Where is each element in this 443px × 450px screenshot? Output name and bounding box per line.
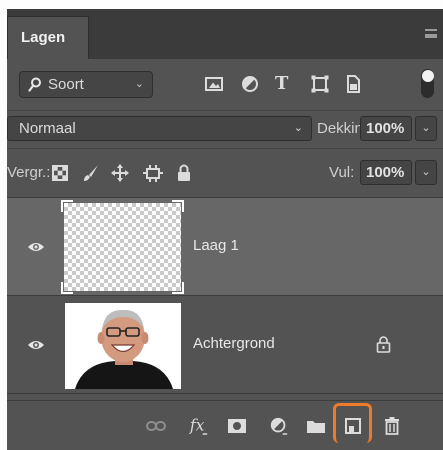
selection-corner	[61, 200, 73, 212]
folder-icon[interactable]	[306, 416, 326, 436]
layer-row-laag-1[interactable]: Laag 1	[7, 198, 443, 296]
lock-all-icon[interactable]	[177, 164, 191, 182]
trash-icon[interactable]	[383, 416, 401, 436]
panel-menu-icon[interactable]	[425, 29, 437, 38]
layers-panel: Lagen Soort ⌄ T Normaal ⌄ Dekking: 100% …	[7, 9, 443, 450]
chevron-down-icon: ⌄	[293, 122, 303, 134]
layer-thumbnail[interactable]	[61, 200, 184, 294]
type-filter-icon[interactable]: T	[275, 73, 288, 95]
selection-corner	[172, 200, 184, 212]
filter-kind-label: Soort	[48, 76, 84, 93]
lock-icon[interactable]	[376, 336, 391, 353]
pixel-filter-icon[interactable]	[205, 73, 223, 95]
new-layer-highlight	[333, 403, 372, 443]
adjustment-layer-icon[interactable]	[269, 416, 289, 436]
lock-image-pixels-icon[interactable]	[82, 164, 100, 182]
lock-label: Vergr.:	[7, 164, 51, 181]
selection-corner	[172, 282, 184, 294]
opacity-slider-button[interactable]: ⌄	[415, 116, 437, 141]
eye-icon[interactable]	[27, 241, 45, 253]
layer-thumbnail-photo[interactable]	[65, 303, 181, 389]
lock-artboard-icon[interactable]	[143, 164, 163, 182]
shape-filter-icon[interactable]	[310, 73, 330, 95]
filter-kind-select[interactable]: Soort ⌄	[19, 71, 153, 98]
blend-row: Normaal ⌄ Dekking: 100% ⌄	[7, 110, 443, 148]
selection-corner	[61, 282, 73, 294]
lock-transparent-pixels-icon[interactable]	[52, 164, 68, 182]
panel-tab-bar: Lagen	[7, 9, 443, 59]
smart-object-filter-icon[interactable]	[345, 73, 361, 95]
layer-name[interactable]: Achtergrond	[193, 334, 275, 354]
mask-icon[interactable]	[227, 416, 247, 436]
fx-icon[interactable]: fx	[188, 416, 210, 436]
blend-mode-value: Normaal	[19, 120, 76, 137]
adjustment-filter-icon[interactable]	[241, 73, 259, 95]
tab-layers[interactable]: Lagen	[7, 16, 89, 59]
filter-toggle-knob	[421, 70, 434, 82]
lock-row: Vergr.: Vul: 100% ⌄	[7, 148, 443, 196]
lock-position-icon[interactable]	[111, 164, 129, 182]
chevron-down-icon: ⌄	[134, 78, 144, 90]
filter-toggle[interactable]	[421, 69, 434, 98]
blend-mode-select[interactable]: Normaal ⌄	[7, 116, 312, 141]
link-icon[interactable]	[146, 416, 166, 436]
layer-row-achtergrond[interactable]: Achtergrond	[7, 296, 443, 394]
layer-name[interactable]: Laag 1	[193, 236, 239, 256]
opacity-input[interactable]: 100%	[360, 116, 412, 141]
fill-slider-button[interactable]: ⌄	[415, 160, 437, 185]
filter-row: Soort ⌄ T	[7, 59, 443, 109]
fill-label: Vul:	[329, 164, 355, 181]
fill-input[interactable]: 100%	[360, 160, 412, 185]
svg-text:fx: fx	[189, 417, 205, 435]
eye-icon[interactable]	[27, 339, 45, 351]
layers-bottom-bar: fx	[7, 400, 443, 450]
search-icon	[28, 77, 41, 92]
layers-list: Laag 1 Achtergrond	[7, 197, 443, 400]
